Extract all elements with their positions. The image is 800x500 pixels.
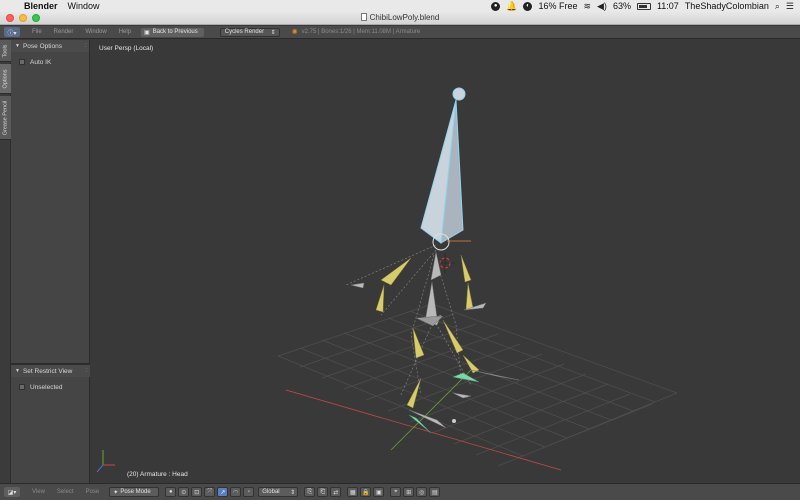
tab-tools-label: Tools — [2, 44, 9, 57]
scene-stats: v2.75 | Bones:1/26 | Mem:11.08M | Armatu… — [301, 29, 421, 35]
bone-head[interactable] — [420, 87, 471, 251]
unselected-checkbox[interactable] — [19, 384, 25, 390]
render-engine-dropdown[interactable]: Cycles Render ⇕ — [219, 27, 280, 37]
active-object-label: (20) Armature : Head — [127, 471, 188, 478]
back-to-previous-button[interactable]: ▣ Back to Previous — [141, 27, 204, 37]
tab-grease-pencil[interactable]: Grease Pencil — [0, 96, 11, 140]
viewport-scene[interactable] — [91, 40, 800, 483]
align-to-active-icon[interactable]: ⊡ — [191, 487, 203, 497]
viewport-shading-icon[interactable]: ● — [165, 487, 177, 497]
restrict-view-panel: ▼ Set Restrict View ::: Unselected — [11, 363, 90, 393]
user-name[interactable]: TheShadyColombian — [685, 1, 769, 11]
y-axis-line — [390, 369, 472, 451]
tab-options[interactable]: Options — [0, 64, 11, 94]
menu-render[interactable]: Render — [54, 29, 74, 35]
manipulator-toggle-icon[interactable]: ⤧ — [204, 487, 216, 497]
pose-options-panel-header[interactable]: ▼ Pose Options ::: — [11, 40, 89, 52]
3d-view-header: ◪▾ View Select Pose ✦ Pose Mode ● ⊙ ⊡ ⤧ … — [0, 483, 800, 500]
wifi-icon[interactable]: ≋ — [583, 1, 591, 12]
editor-type-info-icon[interactable]: ⓘ▾ — [4, 27, 20, 37]
bone-relationship-lines — [345, 244, 472, 396]
tab-grease-pencil-label: Grease Pencil — [2, 100, 9, 135]
volume-icon[interactable]: ◀) — [597, 1, 607, 12]
paste-pose-icon[interactable]: ⎗ — [317, 487, 329, 497]
pose-mode-icon: ✦ — [113, 489, 119, 496]
scale-manipulator-icon[interactable]: ▫ — [243, 487, 255, 497]
pivot-point-icon[interactable]: ⊙ — [178, 487, 190, 497]
tab-options-label: Options — [2, 69, 9, 88]
bone-neck[interactable] — [424, 251, 442, 323]
transform-orientation-dropdown[interactable]: Global ⇕ — [258, 487, 299, 497]
window-title: ChibiLowPoly.blend — [369, 13, 440, 22]
render-engine-value: Cycles Render — [224, 29, 265, 35]
mac-menu-bar: Blender Window ● 🔔 ◐ 16% Free ≋ ◀) 63% 1… — [0, 0, 800, 12]
memory-clean-icon[interactable]: ◐ — [523, 1, 533, 11]
copy-pose-icon[interactable]: ⎘ — [304, 487, 316, 497]
view-label: User Persp (Local) — [99, 45, 154, 52]
layer-buttons-icon[interactable]: ▦ — [347, 487, 359, 497]
dropdown-arrows-icon: ⇕ — [290, 489, 296, 496]
pose-options-title: Pose Options — [22, 42, 62, 50]
orientation-value: Global — [262, 489, 280, 495]
memory-free-text[interactable]: 16% Free — [538, 1, 577, 11]
panel-grip-icon[interactable]: ::: — [84, 43, 87, 49]
battery-percent[interactable]: 63% — [613, 1, 631, 11]
search-icon[interactable]: ⌕ — [775, 1, 780, 12]
battery-icon[interactable] — [636, 2, 651, 10]
menu-view[interactable]: View — [32, 489, 45, 495]
bone-leg-left[interactable] — [406, 327, 456, 434]
rotate-manipulator-icon[interactable]: ◠ — [230, 487, 242, 497]
view-axis-gizmo — [96, 450, 115, 473]
menu-window[interactable]: Window — [68, 1, 100, 11]
menu-file[interactable]: File — [32, 29, 42, 35]
unselected-row[interactable]: Unselected — [11, 381, 90, 393]
menu-list-icon[interactable]: ☰ — [786, 1, 794, 12]
tab-tools[interactable]: Tools — [0, 40, 11, 62]
panel-collapse-arrow-icon: ▼ — [15, 368, 20, 374]
menu-help[interactable]: Help — [119, 29, 131, 35]
notification-bell-icon[interactable]: 🔔 — [506, 1, 517, 12]
info-header: ⓘ▾ File Render Window Help ▣ Back to Pre… — [0, 26, 800, 39]
ground-grid — [277, 303, 678, 467]
panel-grip-icon[interactable]: ::: — [85, 368, 88, 374]
proportional-edit-icon[interactable]: ◎ — [416, 487, 428, 497]
translate-manipulator-icon[interactable]: ↗ — [217, 487, 229, 497]
back-to-previous-label: Back to Previous — [152, 29, 198, 35]
window-title-bar: ChibiLowPoly.blend — [0, 12, 800, 25]
tool-shelf: ▼ Pose Options ::: Auto IK ▼ Set Restric… — [11, 40, 90, 483]
clock[interactable]: 11:07 — [657, 1, 679, 11]
snap-element-icon[interactable]: ⊞ — [403, 487, 415, 497]
unselected-label: Unselected — [30, 383, 63, 391]
opengl-render-icon[interactable]: ▤ — [429, 487, 441, 497]
screen-back-icon: ▣ — [144, 29, 150, 36]
auto-ik-label: Auto IK — [30, 58, 52, 66]
dropdown-arrows-icon: ⇕ — [270, 29, 276, 36]
auto-ik-row[interactable]: Auto IK — [11, 56, 89, 68]
window-title-wrap: ChibiLowPoly.blend — [0, 13, 800, 22]
app-menu-blender[interactable]: Blender — [24, 1, 58, 11]
blender-logo-icon: ✺ — [291, 29, 298, 36]
panel-collapse-arrow-icon: ▼ — [15, 43, 20, 49]
editor-type-3d-view-icon[interactable]: ◪▾ — [4, 487, 20, 497]
3d-viewport[interactable]: User Persp (Local) (20) Armature : Head — [91, 40, 800, 483]
render-preview-icon[interactable]: ▣ — [373, 487, 385, 497]
bone-arm-left[interactable] — [350, 257, 412, 313]
mode-dropdown[interactable]: ✦ Pose Mode — [109, 487, 160, 497]
status-area: ● 🔔 ◐ 16% Free ≋ ◀) 63% 11:07 TheShadyCo… — [491, 1, 800, 12]
record-icon[interactable]: ● — [491, 1, 501, 11]
document-icon — [360, 13, 367, 21]
tool-shelf-tabs: Tools Options Grease Pencil — [0, 40, 11, 483]
menu-select[interactable]: Select — [57, 489, 74, 495]
paste-flipped-icon[interactable]: ⇄ — [330, 487, 342, 497]
menu-pose[interactable]: Pose — [86, 489, 100, 495]
lock-camera-icon[interactable]: 🔒 — [360, 487, 372, 497]
snap-toggle-icon[interactable]: ⌖ — [390, 487, 402, 497]
restrict-view-title: Set Restrict View — [22, 367, 73, 375]
auto-ik-checkbox[interactable] — [19, 59, 25, 65]
restrict-view-panel-header[interactable]: ▼ Set Restrict View ::: — [11, 365, 90, 377]
mode-value: Pose Mode — [120, 489, 151, 495]
bone-arm-right[interactable] — [460, 254, 487, 311]
menu-window-blender[interactable]: Window — [85, 29, 106, 35]
